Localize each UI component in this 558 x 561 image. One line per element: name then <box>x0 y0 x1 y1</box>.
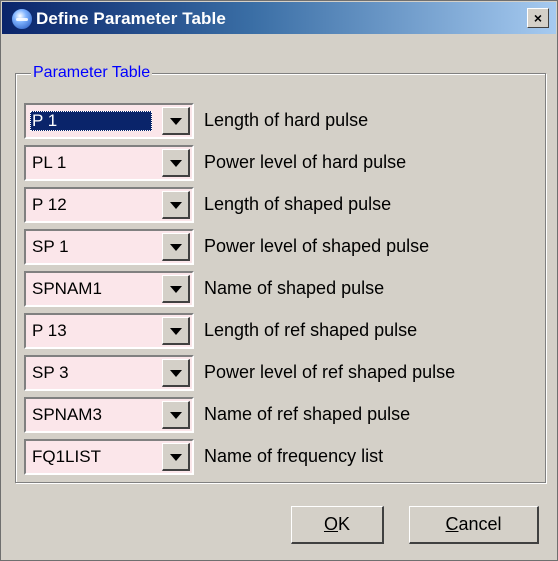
combo-value: SP 1 <box>32 237 69 256</box>
dropdown-arrow-icon[interactable] <box>162 443 190 471</box>
param-label: Length of ref shaped pulse <box>204 320 418 340</box>
combo-value: PL 1 <box>32 153 67 172</box>
param-label: Length of hard pulse <box>204 110 369 130</box>
param-label: Power level of hard pulse <box>204 152 407 172</box>
param-label: Power level of ref shaped pulse <box>204 362 456 382</box>
ok-mnemonic: O <box>323 514 338 534</box>
combo-value: SPNAM3 <box>32 405 102 424</box>
dropdown-arrow-icon[interactable] <box>162 317 190 345</box>
cancel-button[interactable]: Cancel <box>409 506 539 544</box>
dropdown-arrow-icon[interactable] <box>162 191 190 219</box>
ok-label-rest: K <box>338 514 351 534</box>
app-logo-icon <box>11 8 33 30</box>
param-combo-1[interactable]: P 1 <box>24 103 194 139</box>
combo-value: SP 3 <box>32 363 69 382</box>
dialog-title: Define Parameter Table <box>36 9 226 28</box>
title-bar[interactable]: Define Parameter Table × <box>2 2 556 34</box>
combo-value: P 13 <box>32 321 67 340</box>
ok-button[interactable]: OK <box>291 506 384 544</box>
param-combo-4[interactable]: SP 1 <box>24 229 194 265</box>
dropdown-arrow-icon[interactable] <box>162 275 190 303</box>
dropdown-arrow-icon[interactable] <box>162 107 190 135</box>
param-label: Name of frequency list <box>204 446 384 466</box>
combo-value: SPNAM1 <box>32 279 102 298</box>
combo-value: FQ1LIST <box>32 447 101 466</box>
cancel-mnemonic: C <box>445 514 459 534</box>
close-button[interactable]: × <box>527 8 549 28</box>
group-label: Parameter Table <box>31 63 153 83</box>
param-combo-6[interactable]: P 13 <box>24 313 194 349</box>
combo-value: P 12 <box>32 195 67 214</box>
param-combo-3[interactable]: P 12 <box>24 187 194 223</box>
dropdown-arrow-icon[interactable] <box>162 401 190 429</box>
param-combo-7[interactable]: SP 3 <box>24 355 194 391</box>
param-label: Power level of shaped pulse <box>204 236 430 256</box>
dropdown-arrow-icon[interactable] <box>162 359 190 387</box>
param-label: Name of shaped pulse <box>204 278 385 298</box>
param-combo-8[interactable]: SPNAM3 <box>24 397 194 433</box>
param-label: Length of shaped pulse <box>204 194 392 214</box>
param-combo-2[interactable]: PL 1 <box>24 145 194 181</box>
dropdown-arrow-icon[interactable] <box>162 233 190 261</box>
param-label: Name of ref shaped pulse <box>204 404 411 424</box>
combo-value: P 1 <box>30 111 152 131</box>
dropdown-arrow-icon[interactable] <box>162 149 190 177</box>
param-combo-9[interactable]: FQ1LIST <box>24 439 194 475</box>
cancel-label-rest: ancel <box>458 514 502 534</box>
param-combo-5[interactable]: SPNAM1 <box>24 271 194 307</box>
